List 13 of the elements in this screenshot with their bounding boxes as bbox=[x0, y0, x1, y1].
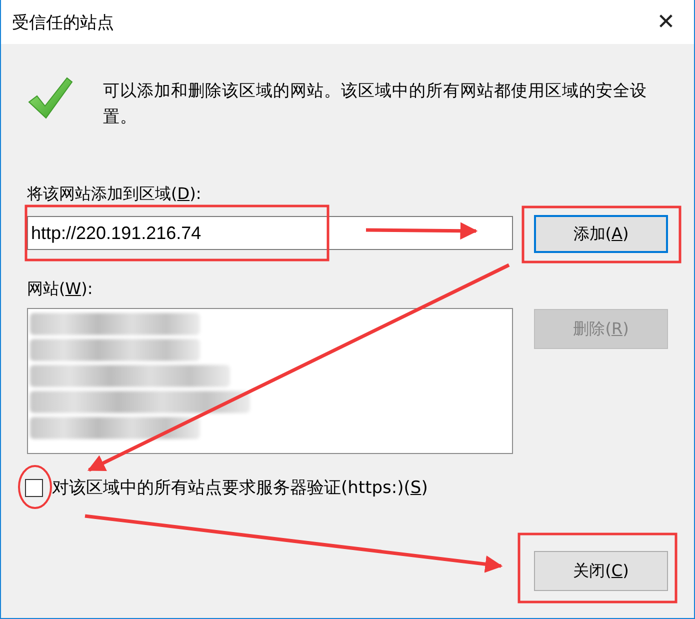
list-label: 网站(W): bbox=[27, 279, 93, 299]
highlight-circle bbox=[18, 465, 52, 509]
checkbox-label: 对该区域中的所有站点要求服务器验证(https:)(S) bbox=[52, 477, 428, 499]
window-title: 受信任的站点 bbox=[12, 12, 114, 34]
field-label: 将该网站添加到区域(D): bbox=[27, 184, 202, 204]
info-text: 可以添加和删除该区域的网站。该区域中的所有网站都使用区域的安全设置。 bbox=[103, 80, 648, 128]
site-input-field[interactable]: http://220.191.216.74 bbox=[27, 216, 513, 250]
https-checkbox[interactable] bbox=[25, 478, 43, 496]
checkmark-icon bbox=[27, 76, 73, 120]
close-button[interactable]: 关闭(C) bbox=[534, 551, 668, 591]
site-list[interactable] bbox=[27, 308, 513, 454]
add-button[interactable]: 添加(A) bbox=[534, 215, 668, 253]
close-icon[interactable]: ✕ bbox=[652, 10, 680, 34]
